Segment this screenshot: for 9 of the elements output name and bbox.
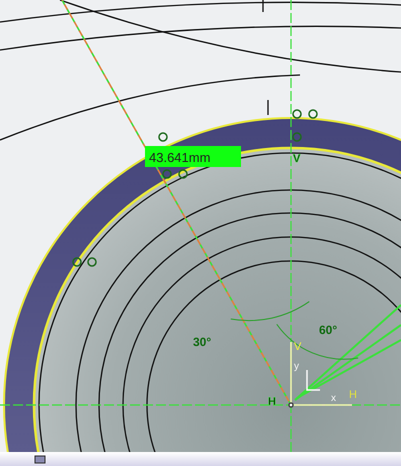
dimension-value[interactable]: 43.641mm xyxy=(149,150,210,165)
angle-label: 60° xyxy=(319,323,338,337)
angle-label: 30° xyxy=(193,335,212,349)
toolbar-icon[interactable] xyxy=(34,454,46,464)
x-axis-label: x xyxy=(331,393,336,404)
horizontal-axis-label: H xyxy=(349,389,357,401)
constraint-mark: H xyxy=(268,396,276,408)
constraint-mark: V xyxy=(293,153,300,165)
y-axis-label: y xyxy=(294,361,299,372)
